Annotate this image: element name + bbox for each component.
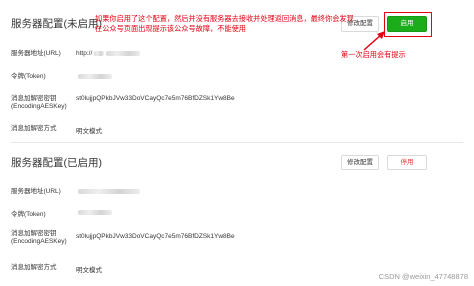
- aeskey-label-1: 消息加解密密钥 (EncodingAESKey): [11, 95, 67, 110]
- annotation-text: 如果你启用了这个配置，然后并没有服务器去接收并处理返回消息，最终你会发现在公众号…: [95, 14, 354, 33]
- section2-title: 服务器配置(已启用): [11, 157, 102, 169]
- section-divider: [11, 142, 463, 143]
- encrypt-mode-value-1: 明文模式: [76, 128, 102, 135]
- encrypt-mode-label-2: 消息加解密方式: [11, 264, 57, 271]
- highlight-box: [384, 12, 432, 37]
- aeskey-label-2: 消息加解密密钥 (EncodingAESKey): [11, 230, 67, 245]
- aeskey-value-1: st0lujjpQPkbJVw33DoVCayQc7e5m76BfDZSk1Yw…: [76, 95, 235, 102]
- section1-title: 服务器配置(未启用): [11, 18, 102, 30]
- token-value-2: [76, 209, 112, 216]
- modify-config-button-2[interactable]: 修改配置: [341, 155, 379, 170]
- url-value-1: http://: [76, 50, 141, 57]
- url-value-2: [76, 188, 140, 195]
- token-label-2: 令牌(Token): [11, 211, 46, 218]
- annotation-note: 第一次启用会有提示: [341, 50, 406, 59]
- disable-button[interactable]: 停用: [387, 155, 427, 170]
- url-label-2: 服务器地址(URL): [11, 188, 61, 195]
- token-label-1: 令牌(Token): [11, 73, 46, 80]
- encrypt-mode-label-1: 消息加解密方式: [11, 125, 57, 132]
- encrypt-mode-value-2: 明文模式: [76, 267, 102, 274]
- watermark: CSDN @weixin_47748878: [378, 272, 468, 281]
- aeskey-value-2: st0lujjpQPkbJVw33DoVCayQc7e5m76BfDZSk1Yw…: [76, 233, 235, 240]
- token-value-1: [76, 73, 112, 80]
- url-label-1: 服务器地址(URL): [11, 50, 61, 57]
